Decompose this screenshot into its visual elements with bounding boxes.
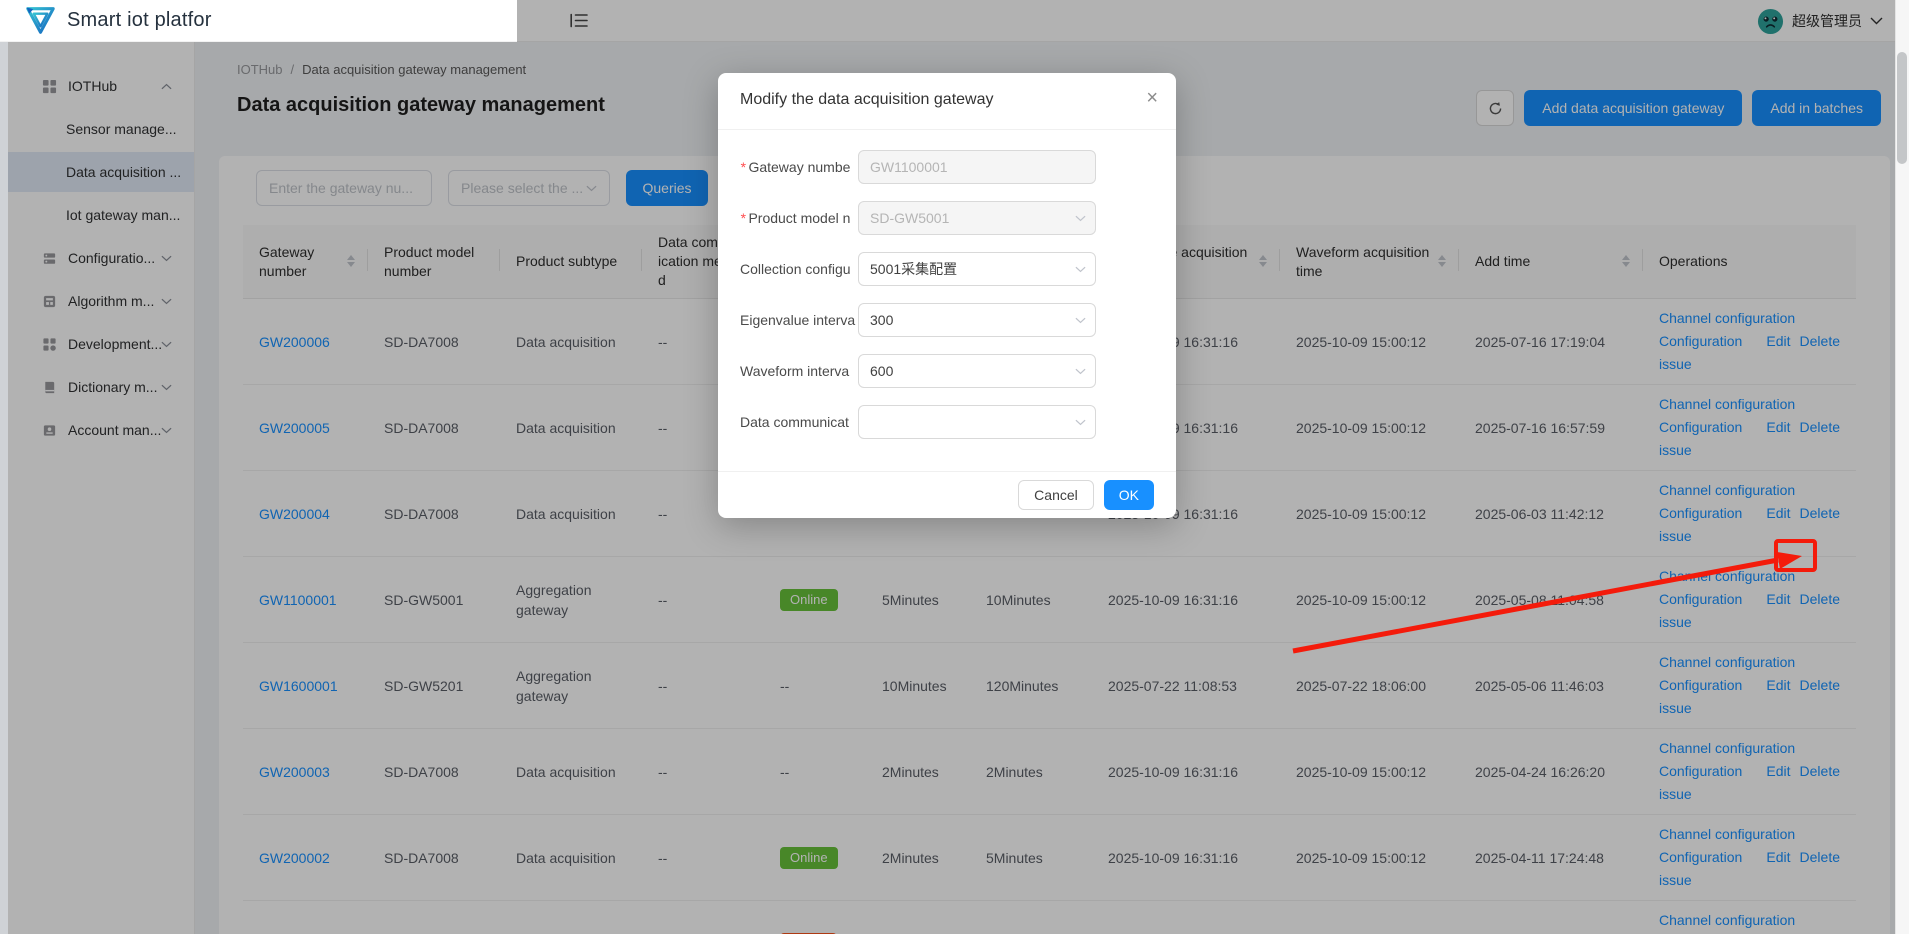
field-label: Data communicat	[740, 414, 858, 430]
field-label-text: Eigenvalue interva	[740, 312, 856, 328]
field-select[interactable]	[858, 405, 1096, 439]
modal-form-row: Collection configu 5001采集配置	[740, 252, 1154, 286]
field-label-text: Data communicat	[740, 414, 849, 430]
required-asterisk: *	[740, 159, 746, 175]
chevron-down-icon	[1075, 368, 1086, 375]
modal-form-row: * Product model n SD-GW5001	[740, 201, 1154, 235]
app-root: 超级管理员 IOTHub Sensor manage... Data acquisi…	[0, 0, 1909, 934]
modal-title: Modify the data acquisition gateway	[740, 91, 994, 108]
field-label-text: Waveform interva	[740, 363, 850, 379]
field-value: SD-GW5001	[870, 210, 950, 226]
field-label-text: Gateway numbe	[748, 159, 851, 175]
ok-button[interactable]: OK	[1103, 480, 1154, 510]
field-value: 5001采集配置	[870, 261, 958, 277]
field-value: 600	[870, 363, 894, 379]
app-title: Smart iot platfor	[67, 9, 212, 31]
chevron-down-icon	[1075, 317, 1086, 324]
field-label-text: Product model n	[748, 210, 851, 226]
browser-scrollbar[interactable]	[1895, 0, 1909, 934]
modify-gateway-modal: Modify the data acquisition gateway × * G…	[718, 73, 1176, 518]
modal-footer: Cancel OK	[718, 471, 1176, 518]
field-select: SD-GW5001	[858, 201, 1096, 235]
modal-form-row: Eigenvalue interva 300	[740, 303, 1154, 337]
modal-form-row: Data communicat	[740, 405, 1154, 439]
close-icon[interactable]: ×	[1146, 87, 1158, 110]
field-input: GW1100001	[858, 150, 1096, 184]
app-logo-icon	[25, 6, 56, 35]
chevron-down-icon	[1075, 215, 1086, 222]
field-select[interactable]: 5001采集配置	[858, 252, 1096, 286]
field-value: GW1100001	[870, 159, 948, 175]
required-asterisk: *	[740, 210, 746, 226]
field-label: * Product model n	[740, 210, 858, 226]
field-select[interactable]: 600	[858, 354, 1096, 388]
field-select[interactable]: 300	[858, 303, 1096, 337]
cancel-button[interactable]: Cancel	[1018, 480, 1094, 510]
modal-form-row: * Gateway numbe GW1100001	[740, 150, 1154, 184]
logo-area: Smart iot platfor	[0, 0, 517, 42]
field-label-text: Collection configu	[740, 261, 851, 277]
field-label: Eigenvalue interva	[740, 312, 858, 328]
modal-header: Modify the data acquisition gateway ×	[718, 73, 1176, 130]
field-label: Waveform interva	[740, 363, 858, 379]
field-label: * Gateway numbe	[740, 159, 858, 175]
window-edge-strip	[0, 42, 8, 934]
scrollbar-thumb[interactable]	[1897, 52, 1907, 164]
modal-form-row: Waveform interva 600	[740, 354, 1154, 388]
modal-body: * Gateway numbe GW1100001 * Product model nS…	[718, 130, 1176, 471]
chevron-down-icon	[1075, 266, 1086, 273]
chevron-down-icon	[1075, 419, 1086, 426]
field-label: Collection configu	[740, 261, 858, 277]
field-value: 300	[870, 312, 894, 328]
